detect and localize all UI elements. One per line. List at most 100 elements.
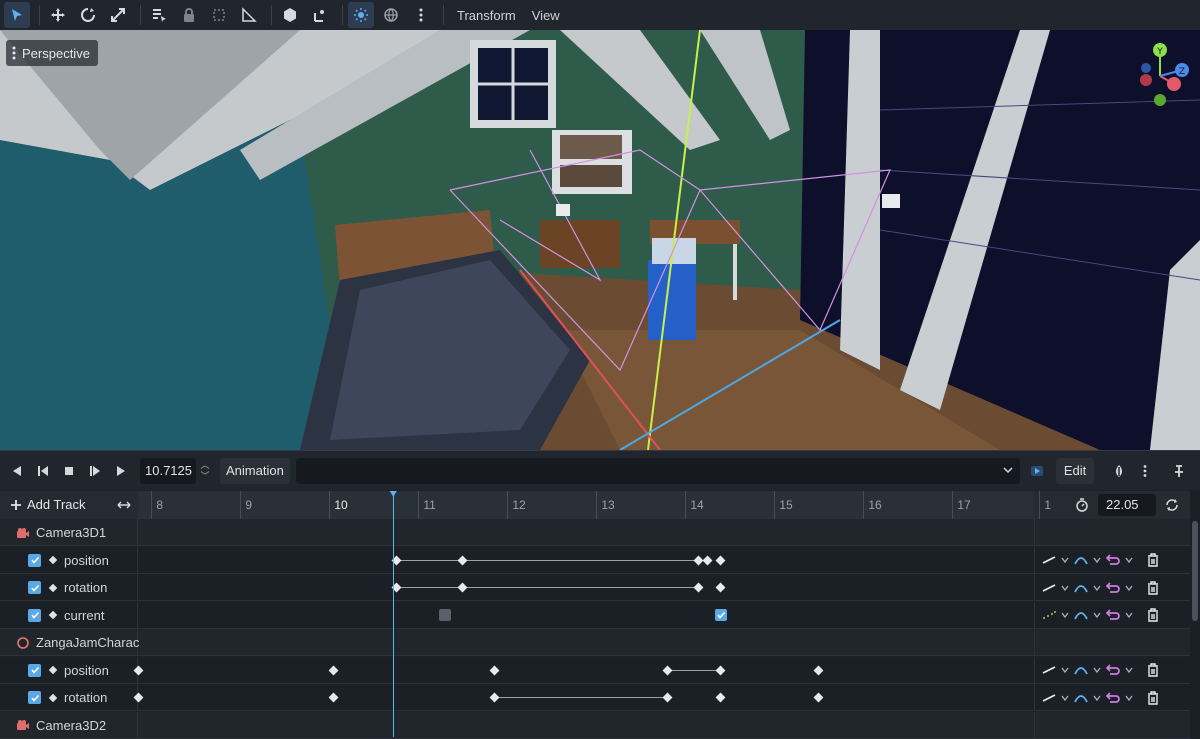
keyframe[interactable] (715, 555, 726, 565)
play-backwards-icon[interactable] (4, 458, 30, 484)
keyframe[interactable] (702, 555, 713, 565)
edit-menu-button[interactable]: Edit (1055, 457, 1095, 484)
keyframe[interactable] (715, 692, 726, 703)
onion-skin-icon[interactable] (1106, 458, 1132, 484)
keyframe-lane[interactable] (138, 547, 1034, 574)
track-label[interactable]: position (0, 656, 138, 684)
interpolation-icon[interactable] (1073, 690, 1089, 706)
group-icon[interactable] (206, 2, 232, 28)
chevron-down-icon[interactable] (1061, 666, 1069, 674)
play-icon[interactable] (108, 458, 134, 484)
chevron-down-icon[interactable] (1061, 611, 1069, 619)
update-mode-icon[interactable] (1041, 690, 1057, 706)
interpolation-icon[interactable] (1073, 607, 1089, 623)
local-space-icon[interactable] (307, 2, 333, 28)
keyframe[interactable] (662, 692, 673, 703)
time-spinner[interactable]: ︿ ﹀ (196, 458, 214, 484)
view-menu[interactable]: View (524, 8, 568, 23)
snap-icon[interactable] (277, 2, 303, 28)
timeline-ruler[interactable]: 8 9 10 11 12 13 14 15 16 17 1 (138, 491, 1051, 519)
track-enabled-checkbox[interactable] (28, 691, 41, 704)
update-mode-icon[interactable] (1041, 607, 1057, 623)
keyframe-lane[interactable] (133, 657, 1034, 684)
track-label[interactable]: current (0, 601, 138, 629)
chevron-down-icon[interactable] (1125, 611, 1133, 619)
track-label[interactable]: Camera3D1 (0, 519, 138, 546)
more-icon[interactable] (408, 2, 434, 28)
move-icon[interactable] (45, 2, 71, 28)
track-enabled-checkbox[interactable] (28, 581, 41, 594)
playhead[interactable] (392, 491, 394, 737)
scale-icon[interactable] (105, 2, 131, 28)
chevron-down-icon[interactable] (1125, 694, 1133, 702)
loop-wrap-icon[interactable] (1105, 580, 1121, 596)
keyframe[interactable] (693, 582, 704, 593)
chevron-down-icon[interactable] (1061, 694, 1069, 702)
trash-icon[interactable] (1145, 580, 1161, 596)
orientation-gizmo[interactable]: Y Z (1124, 40, 1196, 112)
sun-icon[interactable] (348, 2, 374, 28)
loop-icon[interactable] (1165, 498, 1179, 512)
track-row[interactable]: rotation (0, 574, 1190, 601)
loop-wrap-icon[interactable] (1105, 690, 1121, 706)
track-label[interactable]: Camera3D2 (0, 711, 138, 739)
more-options-icon[interactable] (1132, 458, 1158, 484)
track-label[interactable]: ZangaJamCharac (0, 629, 139, 656)
loop-wrap-icon[interactable] (1105, 662, 1121, 678)
loop-wrap-icon[interactable] (1105, 607, 1121, 623)
keyframe[interactable] (813, 665, 824, 675)
interpolation-icon[interactable] (1073, 662, 1089, 678)
trash-icon[interactable] (1145, 552, 1161, 568)
track-label[interactable]: position (0, 546, 138, 574)
chevron-down-icon[interactable] (1093, 694, 1101, 702)
interpolation-icon[interactable] (1073, 552, 1089, 568)
chevron-down-icon[interactable] (1125, 666, 1133, 674)
track-label[interactable]: rotation (0, 684, 138, 711)
discrete-keyframe-unchecked[interactable] (439, 608, 452, 621)
discrete-keyframe-checked[interactable] (714, 608, 727, 621)
keyframe[interactable] (715, 665, 726, 675)
track-row[interactable]: rotation (0, 684, 1190, 711)
stop-icon[interactable] (56, 458, 82, 484)
keyframe[interactable] (457, 555, 468, 565)
pin-icon[interactable] (1166, 458, 1192, 484)
keyframe[interactable] (715, 582, 726, 593)
keyframe[interactable] (328, 665, 339, 675)
keyframe[interactable] (489, 692, 499, 703)
play-backwards-from-end-icon[interactable] (30, 458, 56, 484)
track-row[interactable]: current (0, 601, 1190, 629)
chevron-down-icon[interactable] (1093, 556, 1101, 564)
chevron-down-icon[interactable] (1125, 584, 1133, 592)
trash-icon[interactable] (1145, 607, 1161, 623)
lock-icon[interactable] (176, 2, 202, 28)
animation-menu-button[interactable]: Animation (220, 457, 290, 484)
trash-icon[interactable] (1145, 662, 1161, 678)
update-mode-icon[interactable] (1041, 662, 1057, 678)
track-row[interactable]: position (0, 656, 1190, 684)
keyframe[interactable] (813, 692, 824, 703)
keyframe-lane[interactable] (138, 602, 1034, 629)
expand-width-icon[interactable] (117, 499, 131, 511)
rotate-icon[interactable] (75, 2, 101, 28)
animation-select[interactable] (295, 457, 1020, 484)
current-time-input[interactable]: 10.7125 (140, 457, 196, 484)
track-scrollbar[interactable] (1190, 491, 1200, 737)
select-icon[interactable] (4, 2, 30, 28)
keyframe[interactable] (457, 582, 468, 593)
list-select-icon[interactable] (146, 2, 172, 28)
keyframe[interactable] (489, 665, 499, 675)
ruler-icon[interactable] (236, 2, 262, 28)
animation-length-input[interactable]: 22.05 (1098, 494, 1156, 516)
keyframe[interactable] (328, 692, 339, 703)
chevron-down-icon[interactable] (1061, 556, 1069, 564)
chevron-down-icon[interactable] (1125, 556, 1133, 564)
chevron-down-icon[interactable] (1093, 666, 1101, 674)
loop-wrap-icon[interactable] (1105, 552, 1121, 568)
spin-up-icon[interactable]: ︿ (200, 460, 209, 471)
autoplay-icon[interactable] (1024, 458, 1050, 484)
transform-menu[interactable]: Transform (449, 8, 524, 23)
track-group-row[interactable]: ZangaJamCharac (0, 629, 1190, 656)
play-from-start-icon[interactable] (82, 458, 108, 484)
chevron-down-icon[interactable] (1093, 611, 1101, 619)
update-mode-icon[interactable] (1041, 580, 1057, 596)
